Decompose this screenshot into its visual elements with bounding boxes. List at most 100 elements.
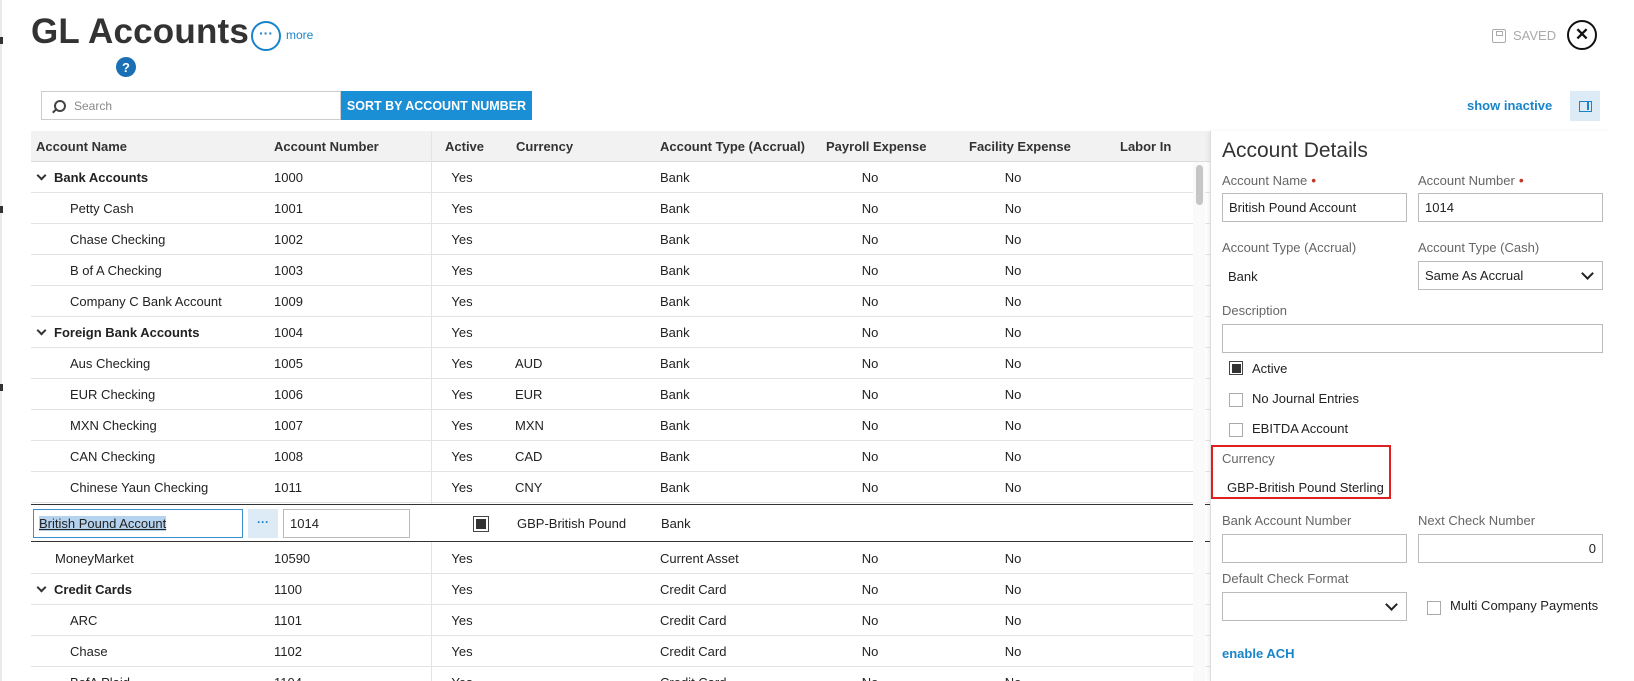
group-row[interactable]: Bank Accounts 1000 Yes Bank No No — [31, 162, 1221, 193]
enable-ach-link[interactable]: enable ACH — [1222, 646, 1294, 661]
payroll-expense-cell: No — [861, 232, 879, 247]
no-journal-entries-checkbox[interactable] — [1229, 393, 1243, 407]
multi-company-payments-checkbox[interactable] — [1427, 601, 1441, 615]
account-number-cell: 1002 — [274, 232, 303, 247]
column-header[interactable]: Currency — [516, 131, 573, 162]
edit-active-checkbox[interactable] — [473, 516, 489, 532]
column-header[interactable]: Labor In — [1120, 131, 1171, 162]
payroll-expense-cell: No — [861, 356, 879, 371]
currency-cell: CAD — [515, 449, 543, 464]
multi-company-payments-label: Multi Company Payments — [1450, 598, 1599, 613]
edit-account-number-input[interactable]: 1014 — [283, 509, 410, 538]
table-row[interactable]: ARC 1101 Yes Credit Card No No — [31, 605, 1221, 636]
account-name-cell: CAN Checking — [70, 441, 155, 472]
active-checkbox[interactable] — [1229, 361, 1243, 375]
column-header[interactable]: Payroll Expense — [826, 131, 926, 162]
facility-expense-cell: No — [1004, 582, 1022, 597]
table-row[interactable]: CAN Checking 1008 Yes CAD Bank No No — [31, 441, 1221, 472]
payroll-expense-cell: No — [861, 613, 879, 628]
table-row[interactable]: Company C Bank Account 1009 Yes Bank No No — [31, 286, 1221, 317]
grid-scrollbar[interactable] — [1193, 162, 1205, 681]
edge-marker — [0, 37, 3, 44]
grid-scrollbar-thumb[interactable] — [1196, 165, 1203, 205]
description-label: Description — [1222, 303, 1288, 318]
ebitda-checkbox[interactable] — [1229, 423, 1243, 437]
edge-marker — [0, 206, 3, 213]
account-number-cell: 1104 — [274, 667, 302, 681]
type-cash-select[interactable]: Same As Accrual — [1418, 261, 1603, 290]
table-row[interactable]: MXN Checking 1007 Yes MXN Bank No No — [31, 410, 1221, 441]
account-type-cell: Bank — [660, 232, 690, 247]
facility-expense-cell: No — [1004, 232, 1022, 247]
editing-row[interactable]: British Pound Account ··· 1014 GBP-British … — [31, 504, 1221, 542]
table-row[interactable]: Petty Cash 1001 Yes Bank No No — [31, 193, 1221, 224]
help-icon[interactable]: ? — [116, 57, 136, 77]
table-row[interactable]: Aus Checking 1005 Yes AUD Bank No No — [31, 348, 1221, 379]
account-type-cell: Credit Card — [660, 613, 727, 628]
chevron-down-icon[interactable] — [36, 325, 47, 336]
account-details-panel: Account Details Account Name • Account Nu… — [1210, 131, 1610, 681]
facility-expense-cell: No — [1004, 325, 1022, 340]
edit-account-type-cell[interactable]: Bank — [661, 508, 691, 539]
account-number-cell: 1007 — [274, 418, 303, 433]
payroll-expense-cell: No — [861, 263, 879, 278]
search-input[interactable] — [74, 98, 324, 113]
more-button[interactable]: ··· — [251, 21, 281, 51]
table-row[interactable]: EUR Checking 1006 Yes EUR Bank No No — [31, 379, 1221, 410]
account-number-cell: 10590 — [274, 551, 311, 566]
default-check-format-select[interactable] — [1222, 592, 1407, 621]
active-cell: Yes — [451, 294, 473, 309]
group-row[interactable]: Foreign Bank Accounts 1004 Yes Bank No No — [31, 317, 1221, 348]
bank-account-number-field[interactable] — [1222, 534, 1407, 563]
column-header[interactable]: Account Name — [36, 131, 127, 162]
column-header[interactable]: Account Number — [274, 131, 379, 162]
account-name-cell: Chinese Yaun Checking — [70, 472, 208, 503]
edit-account-name-text: British Pound Account — [39, 516, 167, 531]
close-button[interactable]: ✕ — [1567, 20, 1597, 50]
account-type-cell: Bank — [660, 294, 690, 309]
description-field[interactable] — [1222, 324, 1603, 353]
account-name-text: Chase — [70, 644, 108, 659]
chevron-down-icon[interactable] — [36, 582, 47, 593]
next-check-number-field[interactable]: 0 — [1418, 534, 1603, 563]
table-row[interactable]: B of A Checking 1003 Yes Bank No No — [31, 255, 1221, 286]
payroll-expense-cell: No — [861, 480, 879, 495]
table-row[interactable]: Chase 1102 Yes Credit Card No No — [31, 636, 1221, 667]
account-number-field[interactable]: 1014 — [1418, 193, 1603, 222]
details-panel-toggle[interactable] — [1570, 91, 1600, 121]
account-name-label: Account Name • — [1222, 172, 1316, 188]
column-header[interactable]: Active — [445, 131, 484, 162]
page-title: GL Accounts — [31, 12, 250, 51]
column-header[interactable]: Facility Expense — [969, 131, 1071, 162]
edit-account-name-input[interactable]: British Pound Account — [33, 509, 243, 538]
active-cell: Yes — [451, 325, 473, 340]
table-row[interactable]: Chase Checking 1002 Yes Bank No No — [31, 224, 1221, 255]
group-row[interactable]: Credit Cards 1100 Yes Credit Card No No — [31, 574, 1221, 605]
chevron-down-icon[interactable] — [36, 170, 47, 181]
account-name-cell: Petty Cash — [70, 193, 134, 224]
active-cell: Yes — [451, 356, 473, 371]
column-header[interactable]: Account Type (Accrual) — [660, 131, 805, 162]
type-cash-label: Account Type (Cash) — [1418, 240, 1540, 255]
edit-more-button[interactable]: ··· — [248, 509, 278, 538]
table-row[interactable]: MoneyMarket 10590 Yes Current Asset No No — [31, 543, 1221, 574]
account-name-text: MXN Checking — [70, 418, 157, 433]
account-name-cell: Credit Cards — [36, 574, 133, 605]
account-number-cell: 1006 — [274, 387, 303, 402]
more-link[interactable]: more — [286, 28, 313, 42]
sort-by-account-number-button[interactable]: SORT BY ACCOUNT NUMBER — [341, 91, 532, 120]
ebitda-label: EBITDA Account — [1252, 421, 1349, 436]
account-type-cell: Bank — [660, 356, 690, 371]
edit-currency-cell[interactable]: GBP-British Pound S — [517, 508, 627, 539]
account-number-cell: 1009 — [274, 294, 303, 309]
show-inactive-link[interactable]: show inactive — [1467, 98, 1552, 113]
bank-account-number-label: Bank Account Number — [1222, 513, 1352, 528]
table-row[interactable]: BofA Plaid 1104 Yes Credit Card No No — [31, 667, 1221, 681]
account-name-text: Credit Cards — [54, 582, 133, 597]
account-name-field[interactable]: British Pound Account — [1222, 193, 1407, 222]
account-name-text: EUR Checking — [70, 387, 156, 402]
table-row[interactable]: Chinese Yaun Checking 1011 Yes CNY Bank No No — [31, 472, 1221, 503]
account-type-cell: Bank — [660, 449, 690, 464]
grid-header: Account Name Account Number Active Curre… — [31, 131, 1221, 162]
account-name-cell: B of A Checking — [70, 255, 162, 286]
